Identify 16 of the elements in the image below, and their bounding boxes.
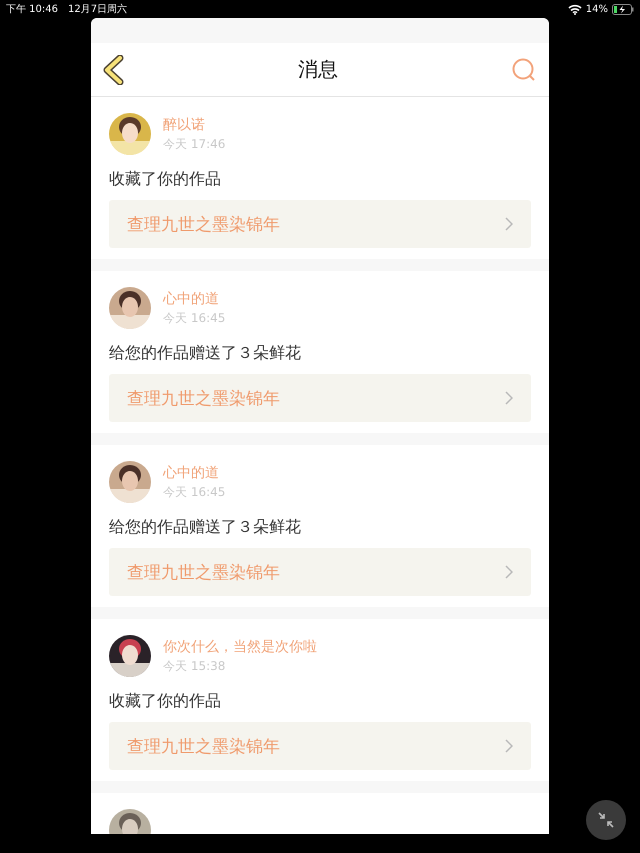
work-link[interactable]: 查理九世之墨染锦年: [109, 722, 531, 770]
work-link[interactable]: 查理九世之墨染锦年: [109, 200, 531, 248]
user-name[interactable]: 你次什么，当然是次你啦: [163, 638, 317, 656]
message-text: 收藏了你的作品: [109, 691, 222, 712]
work-link[interactable]: 查理九世之墨染锦年: [109, 374, 531, 422]
status-date: 12月7日周六: [68, 2, 128, 16]
user-name[interactable]: 心中的道: [163, 290, 226, 308]
page-title: 消息: [298, 56, 338, 83]
message-text: 给您的作品赠送了３朵鲜花: [109, 517, 302, 538]
user-name[interactable]: 心中的道: [163, 464, 226, 482]
status-time: 下午 10:46: [6, 3, 58, 16]
message-text: 给您的作品赠送了３朵鲜花: [109, 343, 302, 364]
message-text: 收藏了你的作品: [109, 169, 222, 190]
work-link[interactable]: 查理九世之墨染锦年: [109, 548, 531, 596]
battery-percent: 14%: [586, 4, 608, 14]
user-name[interactable]: 醉以诺: [163, 116, 226, 134]
